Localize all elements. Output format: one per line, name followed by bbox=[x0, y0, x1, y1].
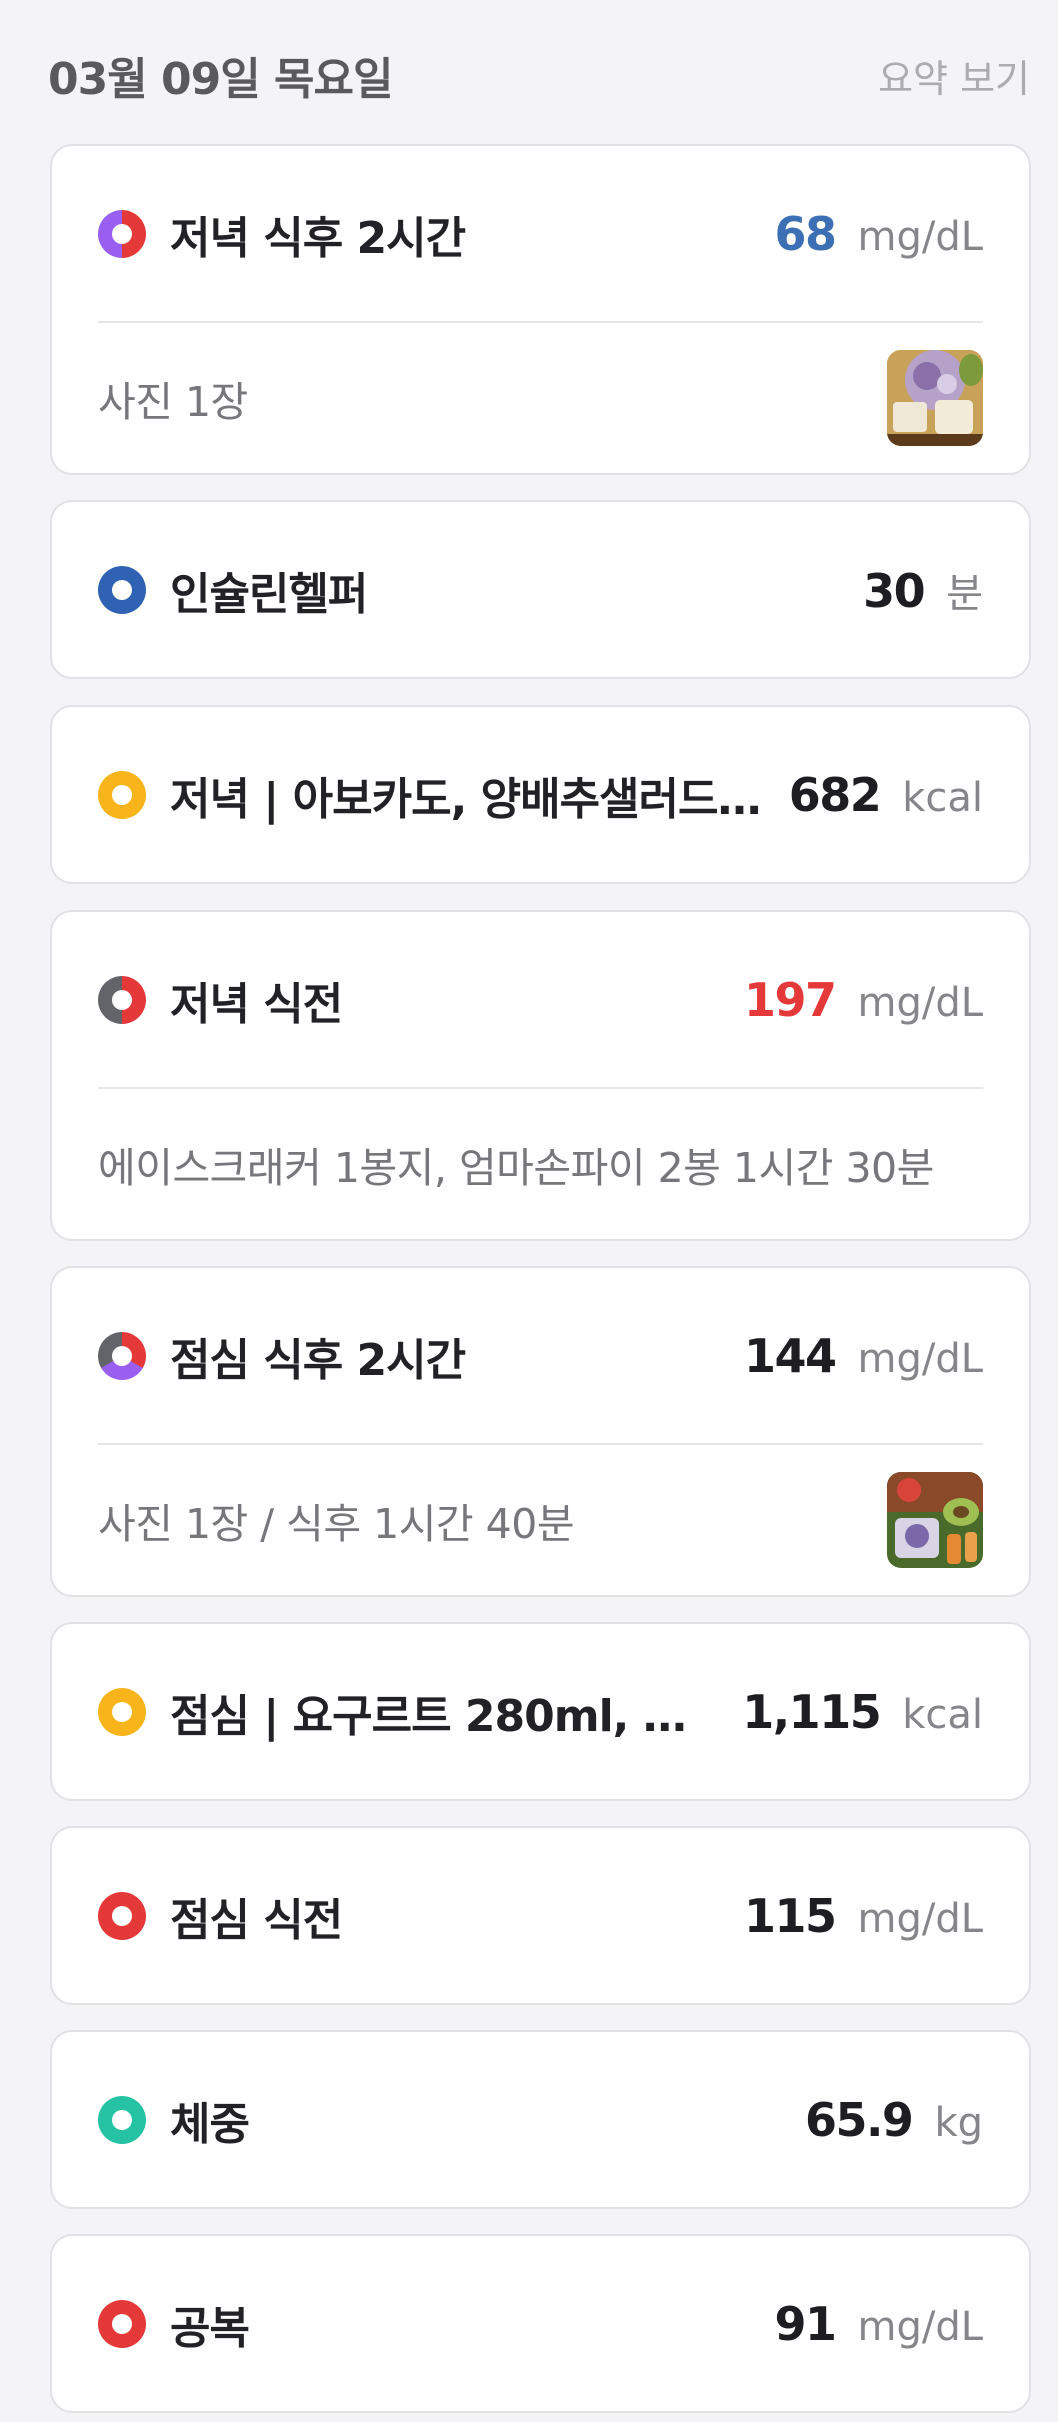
log-title: 체중 bbox=[170, 2098, 250, 2150]
blood-glucose-after-meal-icon bbox=[98, 209, 146, 258]
log-card[interactable]: 저녁 식후 2시간 68 mg/dL 사진 1장 bbox=[50, 144, 1031, 475]
log-card-header: 저녁 식후 2시간 68 mg/dL bbox=[52, 146, 1029, 321]
dinner-photo-thumbnail[interactable] bbox=[887, 350, 983, 446]
log-card-header: 점심 식전 115 mg/dL bbox=[52, 1828, 1029, 2003]
lunch-photo-thumbnail[interactable] bbox=[887, 1472, 983, 1568]
log-detail: 사진 1장 / 식후 1시간 40분 bbox=[52, 1445, 1029, 1595]
log-card[interactable]: 저녁 | 아보카도, 양배추샐러드, 두부 682 kcal bbox=[50, 705, 1031, 884]
log-detail: 에이스크래커 1봉지, 엄마손파이 2봉 1시간 30분 bbox=[52, 1089, 1029, 1239]
log-unit: kg bbox=[934, 2099, 983, 2146]
log-card[interactable]: 공복 91 mg/dL bbox=[50, 2234, 1031, 2413]
blood-glucose-before-meal-icon bbox=[98, 975, 146, 1024]
log-value: 682 bbox=[788, 767, 882, 822]
log-card-header: 공복 91 mg/dL bbox=[52, 2236, 1029, 2411]
view-summary-link[interactable]: 요약 보기 bbox=[878, 48, 1030, 103]
log-detail: 사진 1장 bbox=[52, 323, 1029, 473]
log-unit: kcal bbox=[902, 774, 983, 821]
log-title: 저녁 식후 2시간 bbox=[170, 212, 466, 264]
log-card[interactable]: 저녁 식전 197 mg/dL 에이스크래커 1봉지, 엄마손파이 2봉 1시간… bbox=[50, 910, 1031, 1241]
log-value-group: 68 mg/dL bbox=[774, 207, 983, 261]
log-title: 저녁 식전 bbox=[170, 978, 343, 1030]
log-unit: mg/dL bbox=[857, 2303, 983, 2350]
log-card-header: 저녁 | 아보카도, 양배추샐러드, 두부 682 kcal bbox=[52, 707, 1029, 882]
log-memo-text: 에이스크래커 1봉지, 엄마손파이 2봉 1시간 30분 bbox=[98, 1144, 934, 1192]
log-value-group: 91 mg/dL bbox=[774, 2297, 983, 2351]
log-title: 저녁 | 아보카도, 양배추샐러드, 두부 bbox=[170, 773, 771, 825]
log-card[interactable]: 체중 65.9 kg bbox=[50, 2030, 1031, 2209]
blood-glucose-before-meal-icon bbox=[98, 1891, 146, 1940]
log-card-header: 체중 65.9 kg bbox=[52, 2032, 1029, 2207]
log-value-group: 1,115 kcal bbox=[742, 1685, 983, 1739]
log-unit: mg/dL bbox=[857, 213, 983, 260]
glucose-log-screen: 03월 09일 목요일 요약 보기 저녁 식후 2시간 68 mg/dL 사진 … bbox=[0, 0, 1058, 2422]
log-title: 공복 bbox=[170, 2302, 250, 2354]
log-card[interactable]: 점심 식후 2시간 144 mg/dL 사진 1장 / 식후 1시간 40분 bbox=[50, 1266, 1031, 1597]
log-value: 197 bbox=[743, 972, 837, 1027]
log-title: 인슐린헬퍼 bbox=[170, 568, 368, 620]
log-value: 115 bbox=[743, 1888, 837, 1943]
date-title: 03월 09일 목요일 bbox=[48, 54, 393, 105]
log-value-group: 30 분 bbox=[863, 561, 983, 619]
log-value: 144 bbox=[743, 1328, 837, 1383]
log-value: 30 bbox=[863, 563, 926, 618]
log-card-header: 저녁 식전 197 mg/dL bbox=[52, 912, 1029, 1087]
log-value-group: 115 mg/dL bbox=[744, 1889, 983, 1943]
log-value: 68 bbox=[774, 206, 837, 261]
log-value-group: 197 mg/dL bbox=[744, 973, 983, 1027]
blood-glucose-fasting-icon bbox=[98, 2299, 146, 2348]
log-title: 점심 | 요구르트 280ml, 채소샐러드 bbox=[170, 1690, 724, 1742]
log-title: 점심 식전 bbox=[170, 1894, 343, 1946]
log-card-header: 점심 식후 2시간 144 mg/dL bbox=[52, 1268, 1029, 1443]
log-card-header: 인슐린헬퍼 30 분 bbox=[52, 502, 1029, 677]
meal-icon bbox=[98, 770, 146, 819]
weight-icon bbox=[98, 2095, 146, 2144]
log-value-group: 144 mg/dL bbox=[744, 1329, 983, 1383]
insulin-icon bbox=[98, 565, 146, 614]
blood-glucose-after-meal-icon bbox=[98, 1331, 146, 1380]
log-value: 1,115 bbox=[742, 1684, 882, 1739]
log-title: 점심 식후 2시간 bbox=[170, 1334, 466, 1386]
meal-icon bbox=[98, 1687, 146, 1736]
log-value: 91 bbox=[774, 2296, 837, 2351]
log-card[interactable]: 점심 | 요구르트 280ml, 채소샐러드 1,115 kcal bbox=[50, 1622, 1031, 1801]
log-unit: mg/dL bbox=[857, 1335, 983, 1382]
log-card[interactable]: 인슐린헬퍼 30 분 bbox=[50, 500, 1031, 679]
log-value-group: 65.9 kg bbox=[805, 2093, 983, 2147]
log-unit: mg/dL bbox=[857, 979, 983, 1026]
log-detail-text: 사진 1장 / 식후 1시간 40분 bbox=[98, 1500, 575, 1548]
log-unit: kcal bbox=[902, 1691, 983, 1738]
log-detail-text: 사진 1장 bbox=[98, 378, 248, 426]
log-card[interactable]: 점심 식전 115 mg/dL bbox=[50, 1826, 1031, 2005]
log-value: 65.9 bbox=[804, 2092, 914, 2147]
log-unit: 분 bbox=[946, 570, 983, 617]
day-header: 03월 09일 목요일 요약 보기 bbox=[48, 40, 1030, 110]
log-card-header: 점심 | 요구르트 280ml, 채소샐러드 1,115 kcal bbox=[52, 1624, 1029, 1799]
log-unit: mg/dL bbox=[857, 1895, 983, 1942]
log-value-group: 682 kcal bbox=[789, 768, 983, 822]
